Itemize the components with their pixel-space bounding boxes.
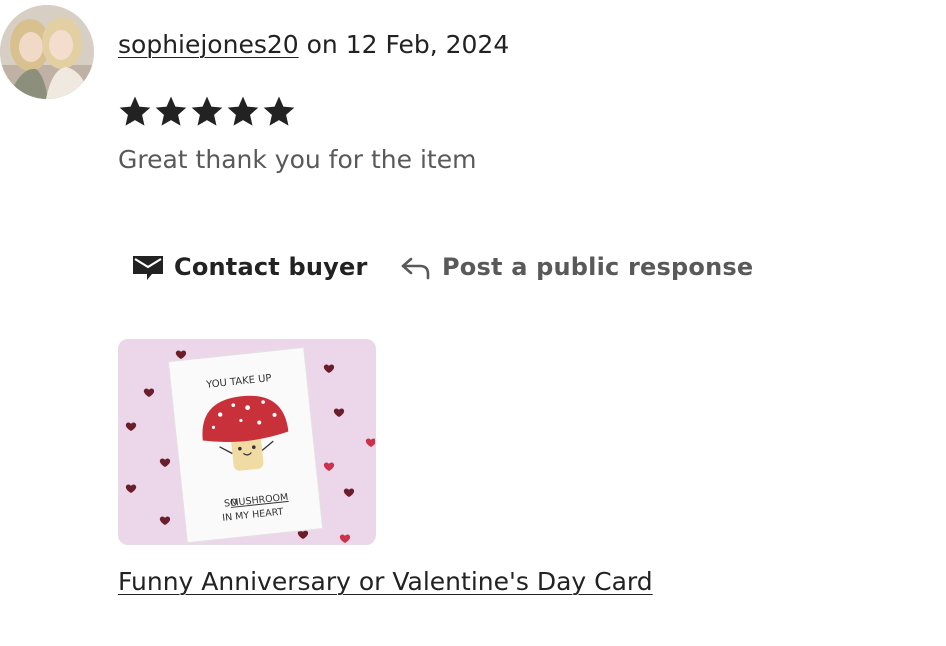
card-image: YOU TAKE UP SO MUSHROOM IN MY HEART — [119, 340, 375, 544]
envelope-icon — [133, 256, 163, 280]
listing-thumbnail[interactable]: YOU TAKE UP SO MUSHROOM IN MY HEART — [118, 339, 376, 545]
contact-buyer-label: Contact buyer — [174, 253, 368, 281]
review-text: Great thank you for the item — [118, 145, 477, 174]
star-rating — [118, 94, 296, 128]
star-icon — [119, 96, 151, 126]
star-icon — [227, 96, 259, 126]
review-meta: sophiejones20 on 12 Feb, 2024 — [118, 27, 509, 63]
star-icon — [191, 96, 223, 126]
contact-buyer-button[interactable]: Contact buyer — [132, 247, 368, 287]
reply-arrow-icon — [401, 257, 430, 280]
star-icon — [155, 96, 187, 126]
post-public-response-label: Post a public response — [442, 253, 754, 281]
avatar-photo — [0, 5, 94, 99]
reviewer-username-link[interactable]: sophiejones20 — [118, 30, 299, 59]
avatar[interactable] — [0, 5, 94, 99]
listing-title-link[interactable]: Funny Anniversary or Valentine's Day Car… — [118, 564, 653, 600]
post-public-response-button[interactable]: Post a public response — [400, 247, 753, 287]
review-date: on 12 Feb, 2024 — [298, 30, 510, 59]
star-icon — [263, 96, 295, 126]
